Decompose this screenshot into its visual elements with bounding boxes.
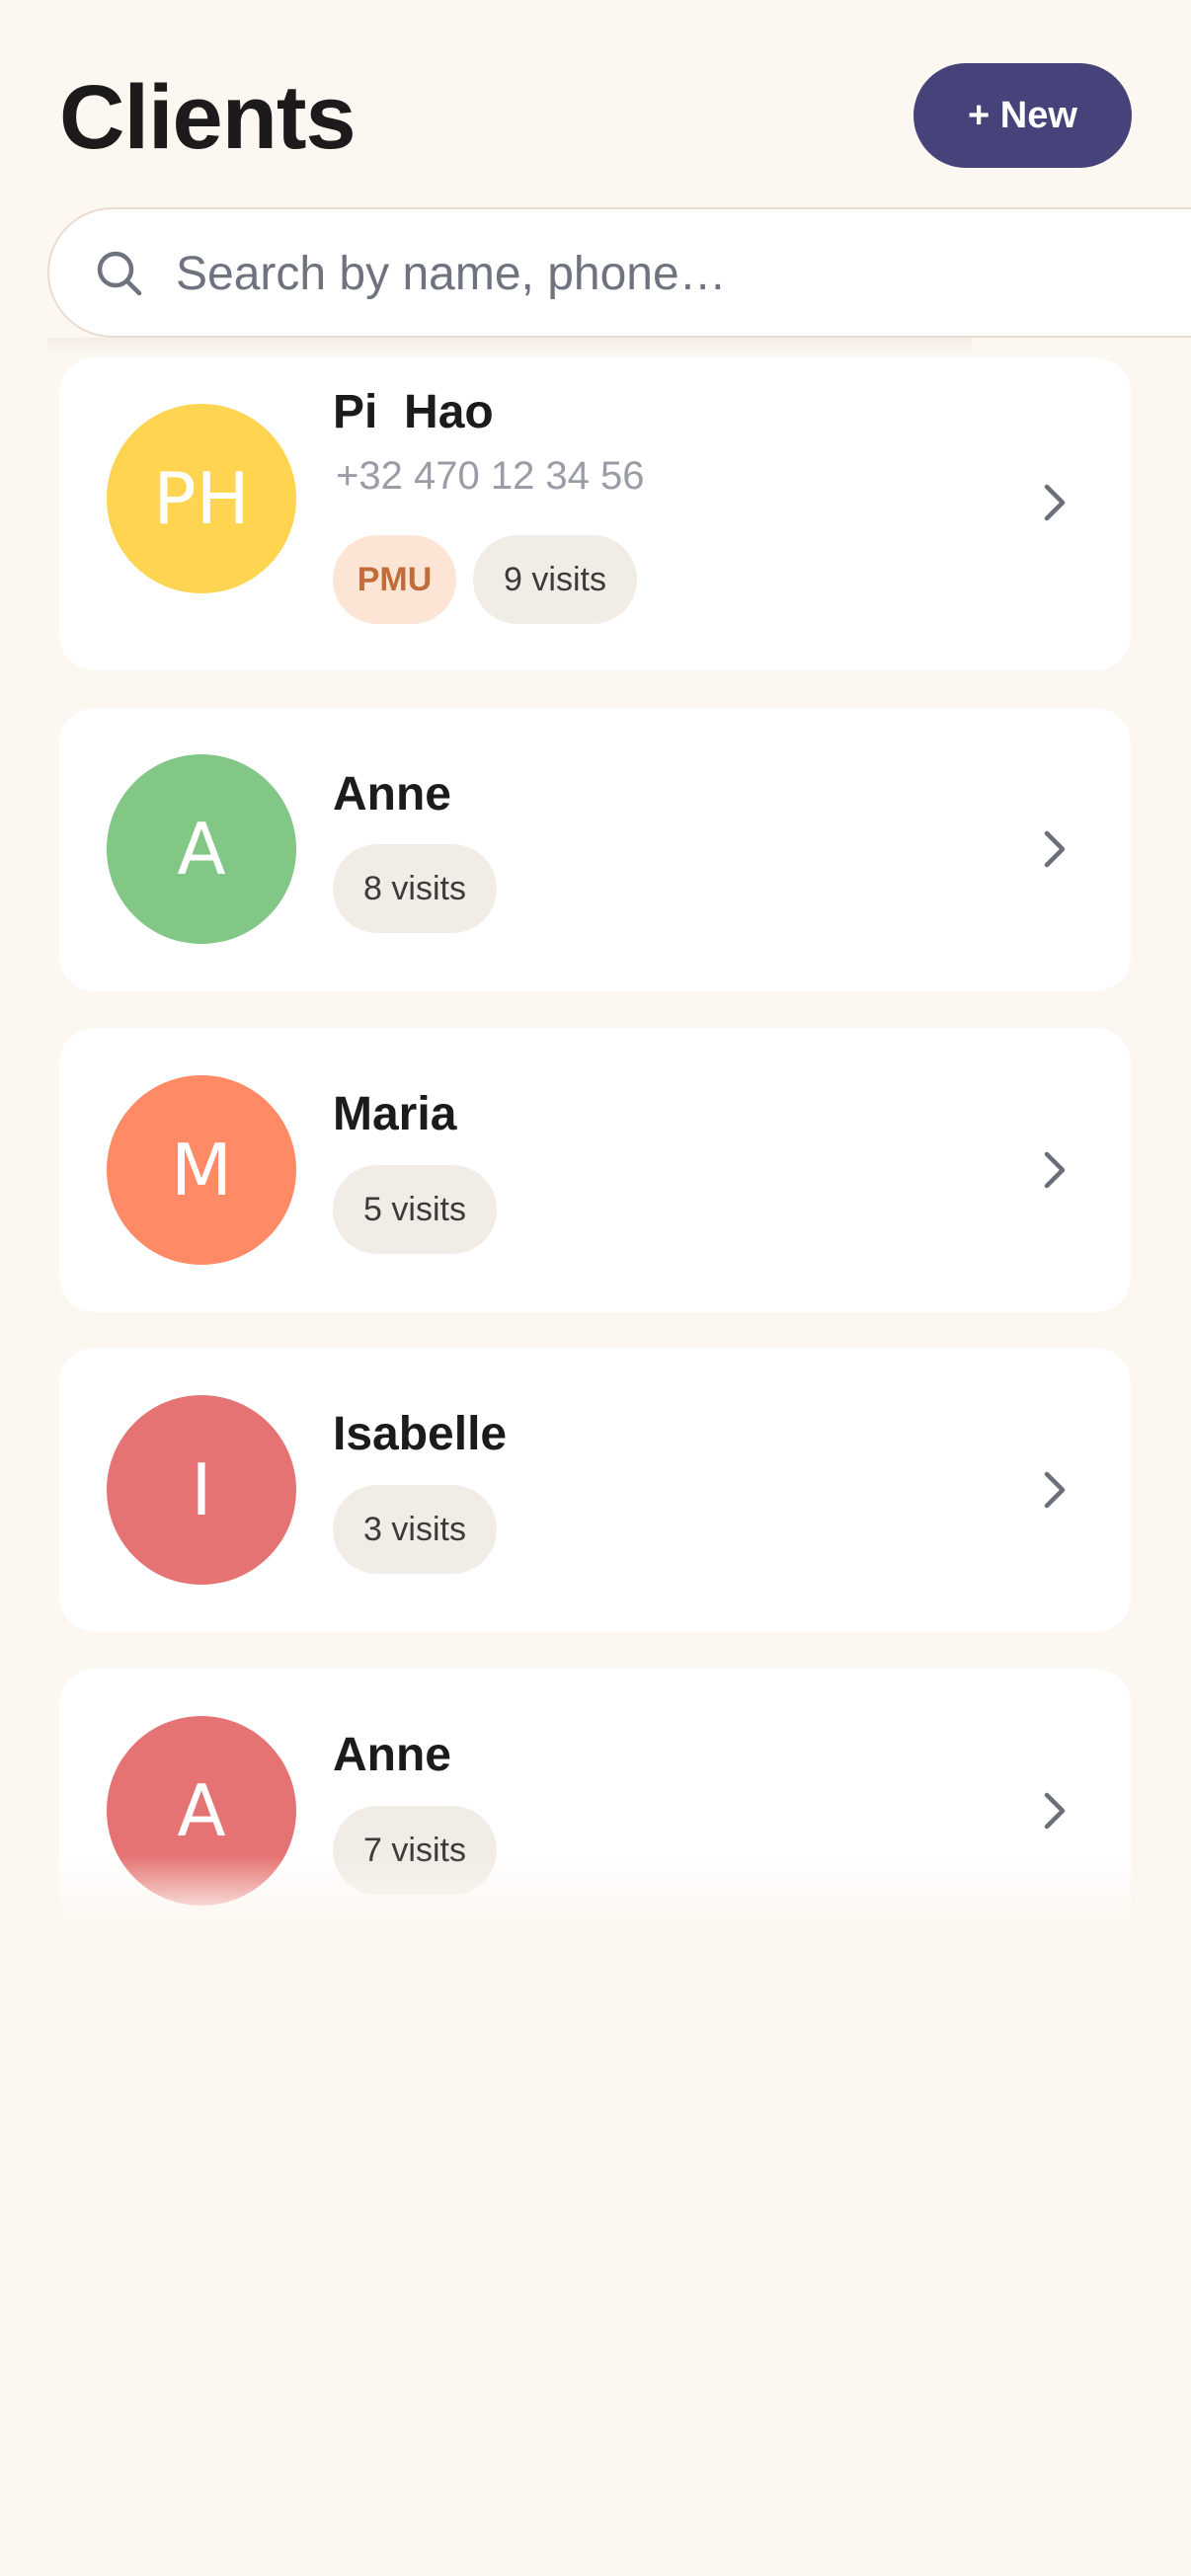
page-title: Clients	[59, 67, 357, 168]
new-client-button[interactable]: + New	[913, 63, 1132, 168]
chevron-right-icon	[1037, 1789, 1072, 1833]
visits-badge: 3 visits	[333, 1485, 497, 1574]
visits-badge: 7 visits	[333, 1806, 497, 1895]
client-card[interactable]: A Anne 7 visits	[59, 1669, 1131, 1921]
avatar: A	[107, 1716, 296, 1906]
avatar: I	[107, 1395, 296, 1585]
service-tag-badge: PMU	[333, 535, 456, 624]
clients-screen: Clients + New PH Pi Hao +32 470 12 34 56…	[0, 0, 1191, 2576]
client-phone: +32 470 12 34 56	[336, 454, 645, 498]
client-name: Isabelle	[333, 1408, 508, 1460]
client-name: Anne	[333, 768, 451, 820]
client-card[interactable]: PH Pi Hao +32 470 12 34 56 PMU 9 visits	[59, 357, 1131, 670]
chevron-right-icon	[1037, 1468, 1072, 1512]
avatar: M	[107, 1075, 296, 1265]
client-card[interactable]: M Maria 5 visits	[59, 1028, 1131, 1312]
chevron-right-icon	[1037, 827, 1072, 871]
client-card[interactable]: A Anne 8 visits	[59, 708, 1131, 991]
avatar: A	[107, 754, 296, 944]
chevron-right-icon	[1037, 1148, 1072, 1192]
avatar: PH	[107, 404, 296, 593]
visits-badge: 5 visits	[333, 1165, 497, 1254]
search-input[interactable]	[174, 229, 1116, 318]
client-card[interactable]: I Isabelle 3 visits	[59, 1348, 1131, 1632]
search-icon	[95, 249, 144, 298]
header: Clients + New	[0, 0, 1191, 197]
search-bar[interactable]	[47, 207, 1191, 338]
chevron-right-icon	[1037, 481, 1072, 524]
client-list[interactable]: PH Pi Hao +32 470 12 34 56 PMU 9 visits …	[0, 338, 1191, 1921]
search-shadow	[47, 338, 972, 355]
visits-badge: 9 visits	[473, 535, 637, 624]
client-name: Pi Hao	[333, 386, 494, 438]
client-name: Maria	[333, 1088, 457, 1140]
visits-badge: 8 visits	[333, 844, 497, 933]
client-name: Anne	[333, 1729, 451, 1781]
